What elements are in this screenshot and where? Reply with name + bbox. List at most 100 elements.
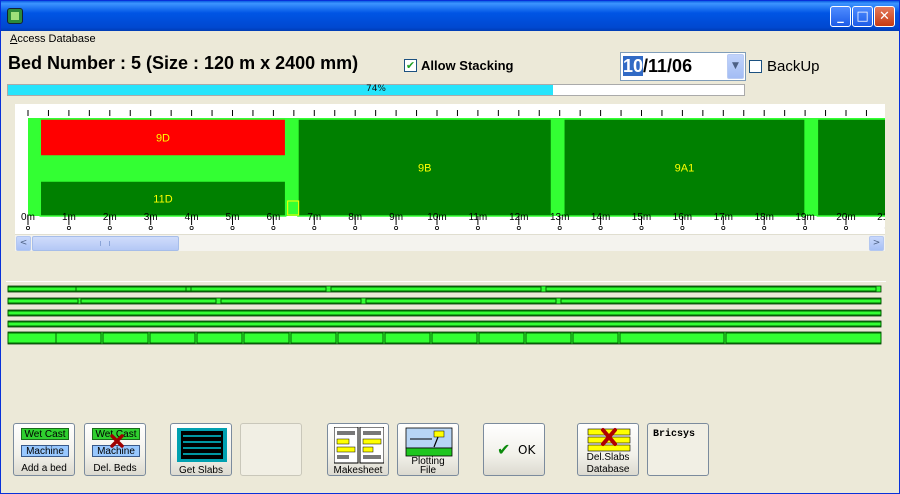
- ruler-tick-label: 13m: [550, 212, 569, 223]
- ruler-pin: [680, 226, 685, 231]
- del-slabs-caption-line2: Database: [586, 464, 630, 475]
- title-bar[interactable]: _ □ ✕: [1, 1, 899, 31]
- bed-view[interactable]: 9D 11D 9B 9A1 0m 1m 2m 3m 4m 5m 6m 7m 8m 9m 10m 11m 12m 1…: [15, 104, 885, 251]
- scroll-right-button[interactable]: >: [869, 236, 884, 251]
- ruler-tick-label: 5m: [226, 212, 240, 223]
- ruler-pin: [475, 226, 480, 231]
- overview-bed: [7, 331, 882, 345]
- ruler-pin: [230, 226, 235, 231]
- chevron-down-icon[interactable]: ▼: [727, 54, 744, 79]
- ruler-pin: [516, 226, 521, 231]
- beds-overview-svg[interactable]: [6, 282, 886, 350]
- date-selected-segment: 10: [623, 56, 644, 76]
- machine-tag: Machine: [21, 445, 69, 457]
- progress-bar: 74%: [7, 84, 745, 96]
- minimize-button[interactable]: _: [830, 6, 851, 27]
- ruler-tick-label: 14m: [591, 212, 610, 223]
- ruler-tick-label: 7m: [307, 212, 321, 223]
- ruler-pin: [557, 226, 562, 231]
- date-dropdown[interactable]: 10/11/06 ▼: [620, 52, 746, 81]
- ruler-tick-label: 20m: [836, 212, 855, 223]
- makesheet-button[interactable]: Makesheet: [327, 423, 389, 476]
- backup-label[interactable]: BackUp: [767, 58, 820, 75]
- ruler-tick-label: 3m: [144, 212, 158, 223]
- ruler-pin: [721, 226, 726, 231]
- menu-access-database[interactable]: Access Database: [10, 33, 96, 45]
- ruler-tick-label: 18m: [754, 212, 773, 223]
- ruler-pin: [639, 226, 644, 231]
- del-beds-caption: Del. Beds: [93, 463, 137, 474]
- ruler-tick-label: 16m: [673, 212, 692, 223]
- progress-text: 74%: [365, 84, 386, 94]
- ruler-tick-label: 6m: [266, 212, 280, 223]
- bricsys-button[interactable]: Bricsys: [647, 423, 709, 476]
- bed-title: Bed Number : 5 (Size : 120 m x 2400 mm): [8, 53, 359, 73]
- ruler-pin: [148, 226, 153, 231]
- plotting-caption-line2: File: [419, 465, 437, 476]
- wet-cast-tag: Wet Cast: [21, 428, 69, 440]
- ruler-tick-label: 8m: [348, 212, 362, 223]
- close-button[interactable]: ✕: [874, 6, 895, 27]
- menu-bar: Access Database: [1, 31, 899, 49]
- add-bed-button[interactable]: Wet Cast Machine Add a bed: [13, 423, 75, 476]
- ruler-pin: [598, 226, 603, 231]
- get-slabs-caption: Get Slabs: [179, 465, 223, 476]
- get-slabs-button[interactable]: Get Slabs: [170, 423, 232, 476]
- ruler-pin: [394, 226, 399, 231]
- plotting-file-button[interactable]: Plotting File: [397, 423, 459, 476]
- main-window: _ □ ✕ Access Database Bed Number : 5 (Si…: [0, 0, 900, 494]
- maximize-button[interactable]: □: [852, 6, 873, 27]
- ruler-tick-label: 10m: [427, 212, 446, 223]
- ruler-tick-label: 2m: [103, 212, 117, 223]
- slab-label: 9D: [156, 133, 170, 145]
- ruler-pin: [271, 226, 276, 231]
- bed-layout-svg[interactable]: 9D 11D 9B 9A1 0m 1m 2m 3m 4m 5m 6m 7m 8m 9m 10m 11m 12m 1…: [15, 104, 885, 234]
- slab[interactable]: [816, 118, 885, 217]
- empty-tool-button[interactable]: [240, 423, 302, 476]
- del-beds-button[interactable]: Wet Cast Machine Del. Beds: [84, 423, 146, 476]
- ruler-pin: [762, 226, 767, 231]
- checkmark-icon: ✔: [497, 440, 511, 459]
- ruler-tick-label: 4m: [185, 212, 199, 223]
- slab-label: 11D: [153, 194, 172, 206]
- slab-label: 9A1: [675, 163, 695, 175]
- scroll-left-button[interactable]: <: [16, 236, 31, 251]
- ruler-pin: [434, 226, 439, 231]
- plotter-icon: [405, 427, 453, 457]
- menu-access-label: ccess Database: [17, 33, 96, 45]
- date-rest: /11/06: [643, 56, 693, 76]
- slab-label: 9B: [418, 163, 431, 175]
- ruler-pin: [312, 226, 317, 231]
- ruler-tick-label: 1m: [62, 212, 76, 223]
- ruler-tick-label: 15m: [632, 212, 651, 223]
- ruler-tick-label: 11m: [469, 212, 488, 223]
- ruler-pin: [803, 226, 808, 231]
- add-bed-caption: Add a bed: [21, 463, 67, 474]
- del-slabs-caption-line1: Del.Slabs: [586, 452, 630, 463]
- beds-overview[interactable]: [6, 281, 886, 349]
- ok-button[interactable]: ✔ OK: [483, 423, 545, 476]
- horizontal-scrollbar[interactable]: < >: [15, 234, 885, 251]
- ruler-tick-label: 21m: [877, 212, 885, 223]
- allow-stacking-checkbox[interactable]: ✔: [404, 59, 417, 72]
- slabs-stack-icon: [177, 428, 227, 462]
- delete-slabs-icon: [587, 428, 631, 452]
- ruler-pin: [107, 226, 112, 231]
- backup-checkbox[interactable]: [749, 60, 762, 73]
- date-value[interactable]: 10/11/06: [623, 56, 692, 77]
- del-slabs-database-button[interactable]: Del.Slabs Database: [577, 423, 639, 476]
- ruler-tick-label: 19m: [795, 212, 814, 223]
- ok-label: OK: [518, 443, 536, 457]
- ruler-pin: [353, 226, 358, 231]
- ruler-pin: [844, 226, 849, 231]
- bricsys-label: Bricsys: [653, 429, 696, 440]
- stack-marker: [287, 200, 300, 216]
- ruler-pin: [25, 226, 30, 231]
- scroll-thumb[interactable]: [32, 236, 179, 251]
- sheet-icon: [334, 427, 384, 464]
- app-icon[interactable]: [7, 8, 23, 24]
- ruler-tick-label: 12m: [509, 212, 528, 223]
- allow-stacking-label[interactable]: Allow Stacking: [421, 58, 513, 73]
- delete-x-icon: [110, 434, 124, 448]
- ruler-tick-label: 9m: [389, 212, 403, 223]
